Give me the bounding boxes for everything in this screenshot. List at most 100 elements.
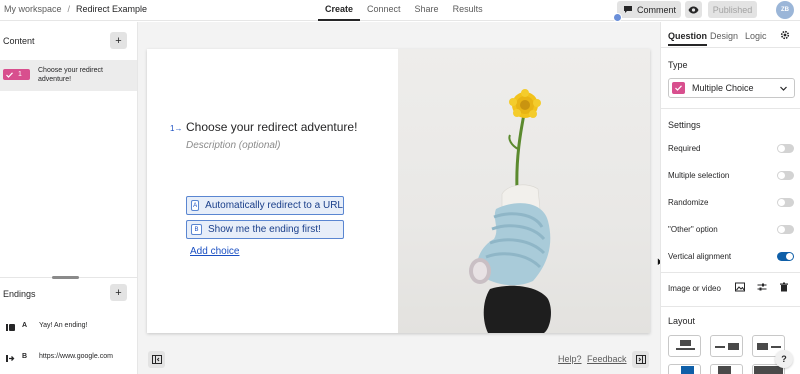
top-bar: My workspace / Redirect Example Create Con… — [0, 0, 800, 21]
layout-option-image-left[interactable] — [668, 364, 701, 374]
setting-label: Vertical alignment — [668, 252, 732, 261]
right-panel-tabs: Question Design Logic — [661, 22, 800, 48]
canvas-footer: Help? Feedback — [138, 347, 660, 374]
setting-multiple-selection: Multiple selection — [668, 170, 796, 184]
setting-other-option: "Other" option — [668, 224, 796, 238]
ending-label: Yay! An ending! — [39, 322, 88, 329]
ending-item[interactable]: A Yay! An ending! — [0, 316, 137, 340]
comment-button-label: Comment — [637, 4, 677, 15]
help-link[interactable]: Help? — [558, 354, 582, 364]
section-divider — [661, 272, 800, 273]
settings-heading: Settings — [668, 120, 701, 130]
choice-label[interactable]: Automatically redirect to a URL — [205, 200, 343, 211]
checkmark-icon — [675, 85, 682, 91]
randomize-toggle[interactable] — [777, 198, 794, 207]
required-toggle[interactable] — [777, 144, 794, 153]
question-image — [398, 49, 650, 333]
panel-right-icon — [635, 355, 646, 364]
question-list-item-label: Choose your redirect adventure! — [38, 67, 103, 83]
right-panel: Question Design Logic Type Multiple Choi… — [660, 22, 800, 374]
panel-left-icon — [151, 355, 162, 364]
choice-key: B — [191, 224, 202, 235]
layout-option-stack[interactable] — [668, 335, 701, 357]
setting-label: Multiple selection — [668, 171, 730, 180]
type-heading: Type — [668, 60, 688, 70]
add-content-button[interactable]: + — [110, 32, 127, 49]
setting-vertical-alignment: Vertical alignment — [668, 251, 796, 265]
content-section-header: Content + — [0, 31, 138, 51]
tab-share[interactable]: Share — [408, 0, 446, 21]
question-chip-number: 1 — [18, 71, 22, 78]
comment-button[interactable]: Comment — [617, 1, 681, 18]
layout-option-image-right[interactable] — [710, 364, 743, 374]
comment-icon — [624, 6, 632, 13]
preview-button[interactable] — [685, 1, 702, 18]
tab-create[interactable]: Create — [318, 0, 361, 21]
setting-randomize: Randomize — [668, 197, 796, 211]
sliders-icon[interactable] — [757, 282, 767, 292]
choice-key: A — [191, 200, 200, 211]
breadcrumb-workspace[interactable]: My workspace — [4, 4, 62, 14]
resize-handle[interactable] — [52, 276, 79, 279]
setting-required: Required — [668, 143, 796, 157]
ending-letter: B — [22, 353, 28, 360]
setting-label: Randomize — [668, 198, 709, 207]
tab-design[interactable]: Design — [710, 31, 738, 41]
question-title[interactable]: Choose your redirect adventure! — [186, 120, 357, 134]
avatar[interactable]: ZB — [776, 1, 794, 19]
section-divider — [661, 108, 800, 109]
feedback-link[interactable]: Feedback — [587, 354, 627, 364]
eye-icon — [688, 6, 699, 13]
ending-label: https://www.google.com — [39, 353, 113, 360]
choice-label[interactable]: Show me the ending first! — [208, 224, 321, 235]
trash-icon[interactable] — [779, 282, 789, 292]
ending-letter: A — [22, 322, 28, 329]
question-description-input[interactable]: Description (optional) — [186, 140, 281, 151]
tab-question[interactable]: Question — [668, 31, 708, 46]
image-icon[interactable] — [735, 282, 745, 292]
setting-label: Required — [668, 144, 701, 153]
breadcrumb-separator: / — [67, 4, 71, 14]
collapse-left-panel-button[interactable] — [148, 351, 165, 368]
ending-screen-icon — [6, 324, 15, 331]
add-choice-link[interactable]: Add choice — [190, 246, 239, 257]
add-ending-button[interactable]: + — [110, 284, 127, 301]
content-section-title: Content — [3, 36, 35, 46]
tab-connect[interactable]: Connect — [360, 0, 408, 21]
collapse-right-panel-button[interactable] — [632, 351, 649, 368]
question-type-value: Multiple Choice — [692, 83, 754, 93]
question-number: 1→ — [170, 124, 183, 133]
checkmark-icon — [6, 71, 13, 78]
help-bubble-button[interactable]: ? — [775, 350, 793, 368]
publish-button[interactable]: Published — [708, 1, 757, 18]
setting-label: "Other" option — [668, 225, 718, 234]
layout-heading: Layout — [668, 316, 696, 326]
endings-section-header: Endings + — [0, 284, 138, 304]
image-video-label: Image or video — [668, 284, 721, 293]
tab-logic[interactable]: Logic — [745, 31, 767, 41]
redirect-icon — [6, 355, 15, 362]
multiple-choice-chip — [672, 82, 685, 94]
flower-vase-illustration — [469, 89, 551, 333]
breadcrumb-form-name[interactable]: Redirect Example — [76, 4, 147, 14]
choice-option[interactable]: B Show me the ending first! — [186, 220, 344, 239]
question-type-select[interactable]: Multiple Choice — [668, 78, 795, 98]
choice-option[interactable]: A Automatically redirect to a URL — [186, 196, 344, 215]
endings-section-title: Endings — [3, 289, 36, 299]
chevron-down-icon — [780, 86, 787, 91]
tab-results[interactable]: Results — [446, 0, 490, 21]
breadcrumb: My workspace / Redirect Example — [4, 4, 147, 14]
section-divider — [661, 306, 800, 307]
comment-notification-badge — [613, 13, 622, 22]
ending-item[interactable]: B https://www.google.com — [0, 347, 137, 371]
vertical-alignment-toggle[interactable] — [777, 252, 794, 261]
other-option-toggle[interactable] — [777, 225, 794, 234]
left-sidebar: Content + 1 Choose your redirect adventu… — [0, 22, 138, 374]
multiple-choice-chip: 1 — [3, 69, 30, 80]
gear-icon[interactable] — [780, 30, 790, 40]
form-canvas: 1→ Choose your redirect adventure! Descr… — [138, 22, 660, 374]
layout-option-split-right[interactable] — [710, 335, 743, 357]
question-card[interactable]: 1→ Choose your redirect adventure! Descr… — [147, 49, 650, 333]
question-list-item[interactable]: 1 Choose your redirect adventure! — [0, 60, 137, 91]
multiple-selection-toggle[interactable] — [777, 171, 794, 180]
